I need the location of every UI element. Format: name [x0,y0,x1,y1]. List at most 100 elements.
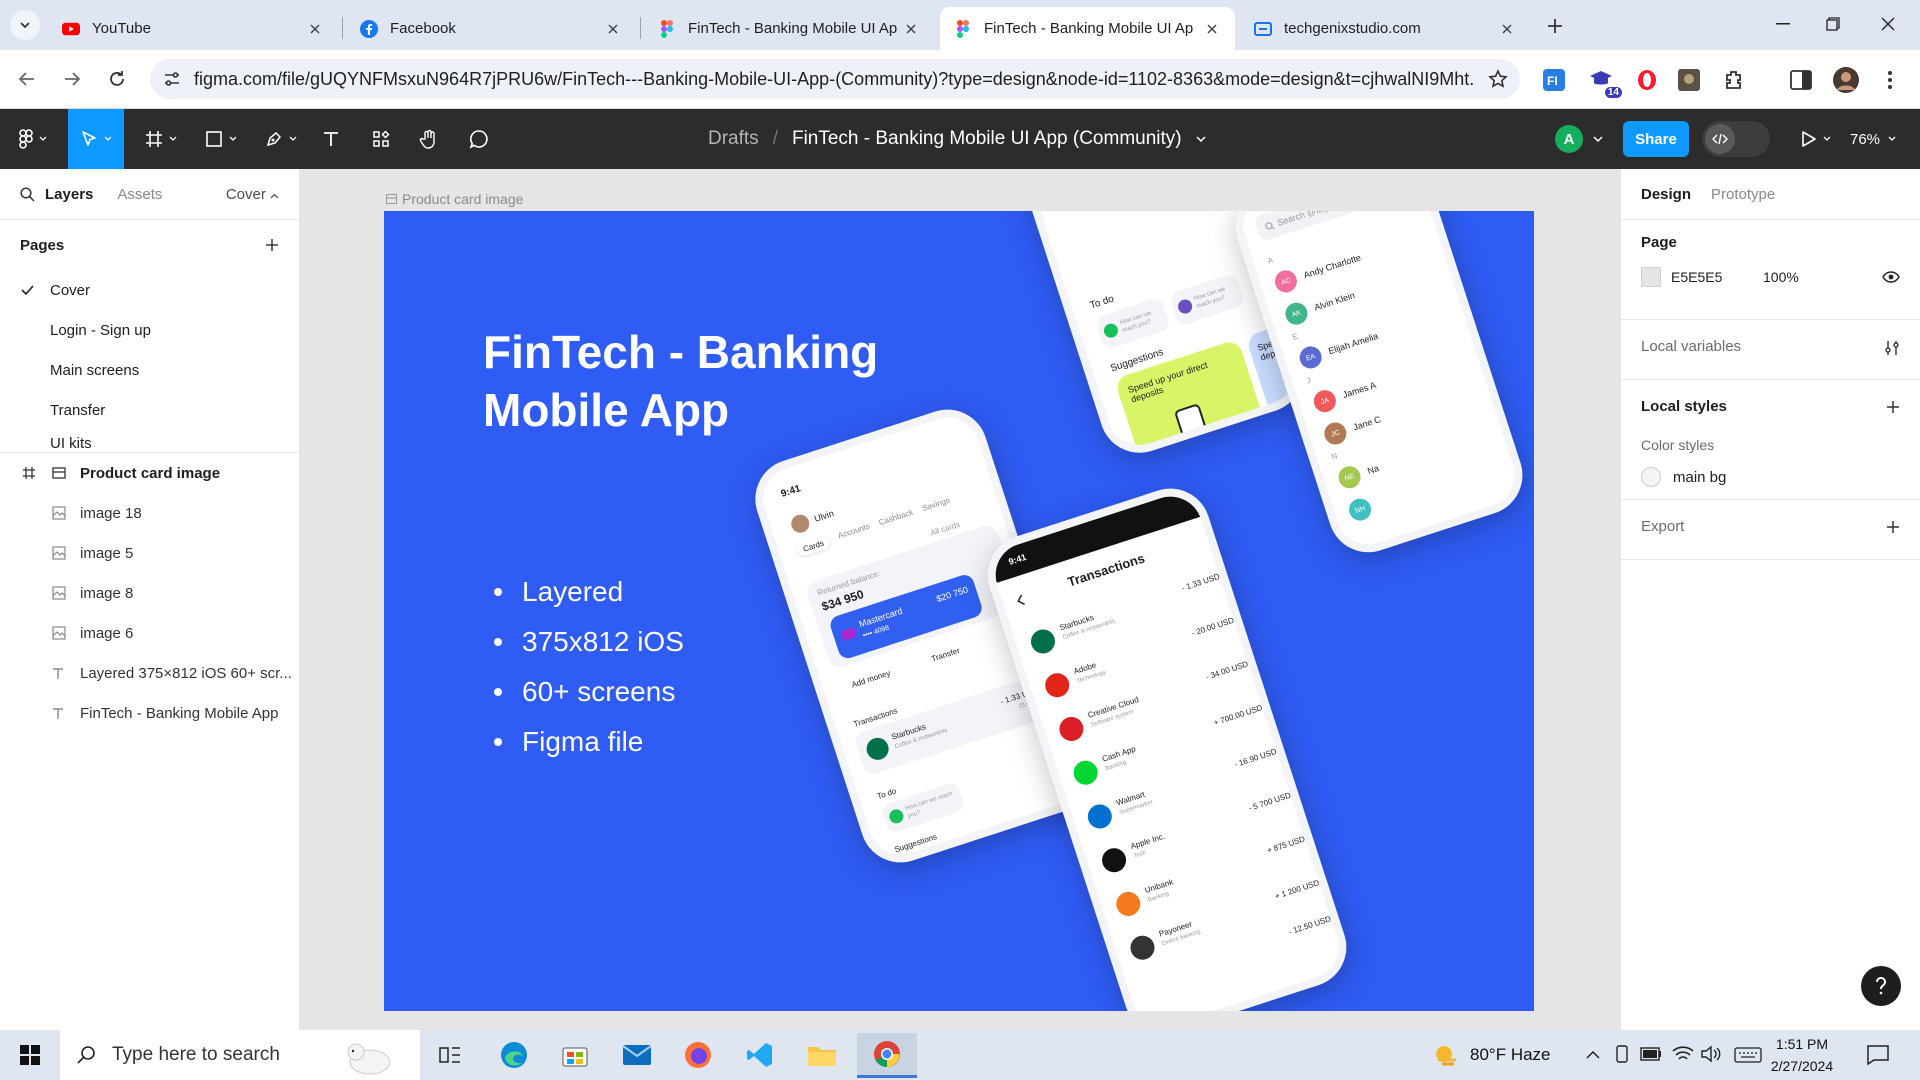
battery-icon[interactable] [1640,1047,1662,1061]
chevron-down-icon[interactable] [1593,136,1603,143]
tab-youtube[interactable]: YouTube [48,7,338,50]
minimize-button[interactable] [1755,6,1811,42]
vscode-app[interactable] [740,1035,780,1075]
mail-app[interactable] [617,1035,657,1075]
chevron-down-icon[interactable] [1196,135,1206,143]
add-page-icon[interactable] [265,238,279,252]
export-label[interactable]: Export [1641,518,1900,535]
address-bar[interactable]: figma.com/file/gUQYNFMsxuN964R7jPRU6w/Fi… [150,59,1520,99]
system-clock[interactable]: 1:51 PM 2/27/2024 [1752,1033,1852,1077]
file-name[interactable]: FinTech - Banking Mobile UI App (Communi… [792,128,1182,150]
pen-tool[interactable] [256,109,306,169]
volume-icon[interactable] [1700,1045,1722,1063]
bookmark-star-icon[interactable] [1476,69,1520,89]
weather-text[interactable]: 80°F Haze [1470,1045,1551,1065]
close-tab-icon[interactable] [1203,20,1221,38]
extension-photo-icon[interactable] [1675,66,1703,94]
page-opacity[interactable]: 100% [1763,269,1799,285]
close-window-button[interactable] [1860,6,1916,42]
tab-assets[interactable]: Assets [117,186,162,203]
page-item-cover[interactable]: Cover [0,270,299,310]
text-tool[interactable] [316,109,346,169]
local-variables-label[interactable]: Local variables [1641,338,1900,355]
page-item-main-screens[interactable]: Main screens [0,350,299,390]
page-dropdown[interactable]: Cover [226,186,279,203]
reload-button[interactable] [100,62,134,96]
file-explorer-app[interactable] [802,1035,842,1075]
profile-avatar[interactable] [1832,66,1860,94]
page-item-login[interactable]: Login - Sign up [0,310,299,350]
drafts-link[interactable]: Drafts [708,128,759,150]
frame-label[interactable]: Product card image [386,191,523,207]
page-color-row[interactable]: E5E5E5 100% [1641,267,1900,287]
page-color-hex[interactable]: E5E5E5 [1671,269,1763,285]
notifications-icon[interactable] [1866,1044,1890,1066]
edge-app[interactable] [494,1035,534,1075]
layer-image-8[interactable]: image 8 [0,573,299,613]
tab-search-button[interactable] [10,10,40,40]
layer-text-title[interactable]: FinTech - Banking Mobile App [0,693,299,733]
chevron-up-icon[interactable] [1586,1050,1600,1059]
contact-avatar: EA [1296,343,1325,372]
main-menu-button[interactable] [8,109,58,169]
layer-frame-product-card[interactable]: Product card image [0,453,299,493]
tab-layers[interactable]: Layers [45,186,93,203]
tab-techgenix[interactable]: techgenixstudio.com [1240,7,1530,50]
dev-mode-toggle[interactable] [1702,121,1770,157]
frame-hash-icon[interactable] [22,466,36,480]
page-item-ui-kits[interactable]: UI kits [0,430,299,452]
back-button[interactable] [10,62,44,96]
tab-design[interactable]: Design [1641,186,1691,203]
add-style-icon[interactable] [1886,400,1900,414]
layer-text-layered[interactable]: Layered 375×812 iOS 60+ scr... [0,653,299,693]
resources-tool[interactable] [366,109,396,169]
close-tab-icon[interactable] [902,20,920,38]
close-tab-icon[interactable] [1498,20,1516,38]
taskbar-search[interactable]: Type here to search [60,1030,420,1080]
help-button[interactable] [1861,966,1901,1006]
variables-settings-icon[interactable] [1884,340,1900,356]
close-tab-icon[interactable] [604,20,622,38]
search-icon[interactable] [20,186,35,202]
forward-button[interactable] [55,62,89,96]
close-tab-icon[interactable] [306,20,324,38]
tab-facebook[interactable]: Facebook [346,7,636,50]
move-tool[interactable] [68,109,124,169]
layer-image-18[interactable]: image 18 [0,493,299,533]
page-item-transfer[interactable]: Transfer [0,390,299,430]
zoom-dropdown[interactable]: 76% [1850,109,1896,169]
present-button[interactable] [1798,109,1834,169]
user-avatar[interactable]: A [1555,125,1583,153]
task-view-button[interactable] [430,1035,470,1075]
shape-tool[interactable] [196,109,246,169]
extension-grad-cap-icon[interactable]: 14 [1588,66,1622,98]
tab-figma-active[interactable]: FinTech - Banking Mobile UI Ap [940,7,1235,50]
layer-image-6[interactable]: image 6 [0,613,299,653]
tab-figma-1[interactable]: FinTech - Banking Mobile UI Ap [644,7,934,50]
eye-icon[interactable] [1882,271,1900,283]
side-panel-icon[interactable] [1787,66,1815,94]
device-icon[interactable] [1614,1045,1630,1065]
browser-menu-icon[interactable] [1876,66,1904,94]
firefox-app[interactable] [678,1035,718,1075]
tab-prototype[interactable]: Prototype [1711,186,1775,203]
site-settings-icon[interactable] [150,70,194,88]
color-style-item[interactable]: main bg [1641,467,1900,487]
comment-tool[interactable] [464,109,494,169]
extension-fi-icon[interactable]: FI [1540,66,1568,94]
extension-opera-icon[interactable] [1633,66,1661,94]
wifi-icon[interactable] [1672,1045,1694,1063]
extensions-puzzle-icon[interactable] [1720,66,1748,94]
new-tab-button[interactable] [1538,12,1572,40]
chrome-app[interactable] [857,1033,917,1078]
page-color-swatch[interactable] [1641,267,1661,287]
frame-tool[interactable] [136,109,186,169]
artboard-product-card[interactable]: FinTech - Banking Mobile App Layered 375… [384,211,1534,1011]
start-button[interactable] [10,1035,50,1075]
add-export-icon[interactable] [1886,520,1900,534]
layer-image-5[interactable]: image 5 [0,533,299,573]
hand-tool[interactable] [414,109,444,169]
share-button[interactable]: Share [1623,121,1689,157]
store-app[interactable] [555,1035,595,1075]
restore-button[interactable] [1805,6,1861,42]
